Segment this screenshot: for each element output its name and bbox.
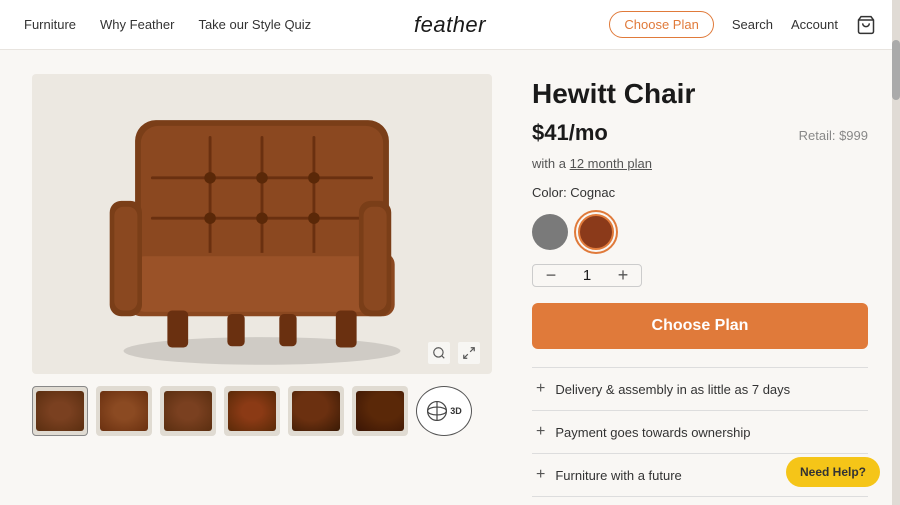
swatch-cognac[interactable] bbox=[578, 214, 614, 250]
quantity-selector: − 1 + bbox=[532, 264, 642, 287]
nav-search[interactable]: Search bbox=[732, 17, 773, 32]
plan-note: with a 12 month plan bbox=[532, 156, 868, 171]
retail-price: Retail: $999 bbox=[799, 128, 868, 143]
zoom-icon[interactable] bbox=[428, 342, 450, 364]
thumbnail-2[interactable] bbox=[96, 386, 152, 436]
thumbnail-5[interactable] bbox=[288, 386, 344, 436]
scrollbar-thumb[interactable] bbox=[892, 40, 900, 100]
need-help-button[interactable]: Need Help? bbox=[786, 457, 880, 487]
price-row: $41/mo Retail: $999 bbox=[532, 120, 868, 146]
plan-note-text: with a bbox=[532, 156, 566, 171]
accordion-plus-icon-2: + bbox=[536, 423, 545, 441]
color-swatches bbox=[532, 214, 868, 250]
nav-choose-plan-button[interactable]: Choose Plan bbox=[609, 11, 713, 38]
image-controls bbox=[428, 342, 480, 364]
accordion-plus-icon-1: + bbox=[536, 380, 545, 398]
navbar: Furniture Why Feather Take our Style Qui… bbox=[0, 0, 900, 50]
nav-account[interactable]: Account bbox=[791, 17, 838, 32]
product-main-image bbox=[32, 74, 492, 374]
thumbnail-6[interactable] bbox=[352, 386, 408, 436]
product-title: Hewitt Chair bbox=[532, 78, 868, 110]
thumbnail-3[interactable] bbox=[160, 386, 216, 436]
fullscreen-icon[interactable] bbox=[458, 342, 480, 364]
plan-link[interactable]: 12 month plan bbox=[570, 156, 652, 171]
swatch-gray[interactable] bbox=[532, 214, 568, 250]
product-price: $41/mo bbox=[532, 120, 608, 146]
scrollbar[interactable] bbox=[892, 0, 900, 505]
cart-icon[interactable] bbox=[856, 15, 876, 35]
accordion-label-1: Delivery & assembly in as little as 7 da… bbox=[555, 382, 790, 397]
thumbnail-1[interactable] bbox=[32, 386, 88, 436]
thumbnail-strip: 3D bbox=[32, 386, 492, 436]
nav-left: Furniture Why Feather Take our Style Qui… bbox=[24, 17, 311, 32]
quantity-increase-button[interactable]: + bbox=[605, 265, 641, 286]
thumbnail-4[interactable] bbox=[224, 386, 280, 436]
quantity-value: 1 bbox=[569, 267, 605, 284]
product-info-section: Hewitt Chair $41/mo Retail: $999 with a … bbox=[532, 74, 868, 481]
3d-label: 3D bbox=[450, 406, 462, 416]
view-3d-button[interactable]: 3D bbox=[416, 386, 472, 436]
site-logo: feather bbox=[414, 12, 486, 38]
accordion-label-3: Furniture with a future bbox=[555, 468, 681, 483]
quantity-decrease-button[interactable]: − bbox=[533, 265, 569, 286]
nav-why-feather[interactable]: Why Feather bbox=[100, 17, 174, 32]
product-image-section: 3D bbox=[32, 74, 492, 481]
accordion-plus-icon-3: + bbox=[536, 466, 545, 484]
nav-right: Choose Plan Search Account bbox=[609, 11, 876, 38]
accordion-item-1[interactable]: + Delivery & assembly in as little as 7 … bbox=[532, 368, 868, 411]
nav-style-quiz[interactable]: Take our Style Quiz bbox=[198, 17, 311, 32]
3d-icon bbox=[426, 400, 448, 422]
color-label: Color: Cognac bbox=[532, 185, 868, 200]
main-content: 3D Hewitt Chair $41/mo Retail: $999 with… bbox=[0, 50, 900, 505]
main-image-container bbox=[32, 74, 492, 374]
accordion-label-2: Payment goes towards ownership bbox=[555, 425, 750, 440]
nav-furniture[interactable]: Furniture bbox=[24, 17, 76, 32]
accordion-item-2[interactable]: + Payment goes towards ownership bbox=[532, 411, 868, 454]
choose-plan-button[interactable]: Choose Plan bbox=[532, 303, 868, 349]
